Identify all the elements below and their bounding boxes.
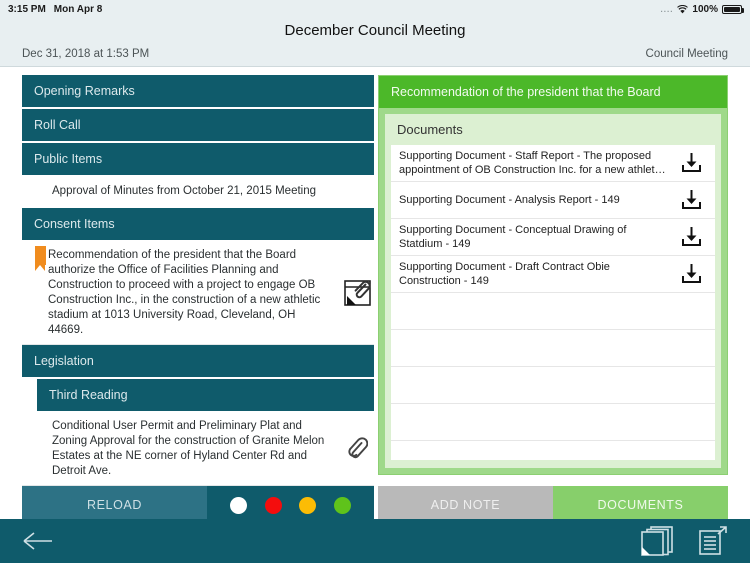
detail-title: Recommendation of the president that the… xyxy=(379,76,727,108)
status-bar-left: 3:15 PM Mon Apr 8 xyxy=(8,4,102,15)
agenda-subsection-label: Third Reading xyxy=(49,388,128,402)
download-icon[interactable] xyxy=(673,189,709,211)
agenda-section-label: Legislation xyxy=(34,354,94,368)
vote-light-red[interactable] xyxy=(264,496,282,514)
battery-full-icon xyxy=(722,4,744,14)
document-row-empty xyxy=(391,330,715,367)
agenda-section-legislation[interactable]: Legislation xyxy=(22,345,374,377)
documents-section-label: Documents xyxy=(397,122,463,137)
detail-card: Recommendation of the president that the… xyxy=(378,75,728,475)
document-row-empty xyxy=(391,367,715,404)
documents-stack-icon[interactable] xyxy=(640,525,674,557)
meeting-type: Council Meeting xyxy=(645,48,728,60)
agenda-item-label: Conditional User Permit and Preliminary … xyxy=(52,420,325,477)
agenda-section-label: Consent Items xyxy=(34,217,115,231)
meeting-datetime: Dec 31, 2018 at 1:53 PM xyxy=(22,48,150,60)
footer-toolbar xyxy=(0,519,750,563)
vote-light-yellow[interactable] xyxy=(299,496,317,514)
document-row[interactable]: Supporting Document - Analysis Report - … xyxy=(391,182,715,219)
status-time: 3:15 PM xyxy=(8,3,46,15)
detail-body: Documents Supporting Document - Staff Re… xyxy=(385,114,721,468)
document-row-empty xyxy=(391,404,715,441)
note-paperclip-icon[interactable] xyxy=(340,280,374,306)
document-row[interactable]: Supporting Document - Draft Contract Obi… xyxy=(391,256,715,293)
document-name: Supporting Document - Conceptual Drawing… xyxy=(399,224,627,250)
agenda-item-label: Approval of Minutes from October 21, 201… xyxy=(52,185,317,197)
document-row-empty xyxy=(391,293,715,330)
paperclip-icon[interactable] xyxy=(340,436,374,462)
agenda-item-conditional-user-permit[interactable]: Conditional User Permit and Preliminary … xyxy=(22,413,374,486)
agenda-section-opening-remarks[interactable]: Opening Remarks xyxy=(22,75,374,107)
document-name: Supporting Document - Analysis Report - … xyxy=(399,194,620,206)
battery-percent-label: 100% xyxy=(692,3,718,15)
agenda-section-roll-call[interactable]: Roll Call xyxy=(22,109,374,141)
wifi-icon xyxy=(677,4,689,14)
status-date: Mon Apr 8 xyxy=(53,3,103,15)
agenda-list: Opening Remarks Roll Call Public Items A… xyxy=(22,75,374,517)
agenda-pane[interactable]: Opening Remarks Roll Call Public Items A… xyxy=(0,67,378,524)
page-title: December Council Meeting xyxy=(284,21,466,39)
agenda-subsection-third-reading[interactable]: Third Reading xyxy=(37,379,374,411)
agenda-section-label: Opening Remarks xyxy=(34,84,135,98)
open-document-icon[interactable] xyxy=(698,525,728,557)
agenda-item-recommendation[interactable]: Recommendation of the president that the… xyxy=(22,242,374,345)
signal-dots-icon: .... xyxy=(660,4,674,14)
status-bar: 3:15 PM Mon Apr 8 .... 100% xyxy=(0,0,750,18)
agenda-section-label: Roll Call xyxy=(34,118,81,132)
agenda-section-label: Public Items xyxy=(34,152,103,166)
vote-light-white[interactable] xyxy=(229,496,247,514)
download-icon[interactable] xyxy=(673,226,709,248)
document-row[interactable]: Supporting Document - Conceptual Drawing… xyxy=(391,219,715,256)
agenda-item-approval-of-minutes[interactable]: Approval of Minutes from October 21, 201… xyxy=(22,177,374,208)
main-content: Opening Remarks Roll Call Public Items A… xyxy=(0,67,750,524)
download-icon[interactable] xyxy=(673,152,709,174)
document-name: Supporting Document - Staff Report - The… xyxy=(399,150,666,176)
status-bar-right: .... 100% xyxy=(660,3,744,15)
back-arrow-icon[interactable] xyxy=(22,530,54,552)
document-row[interactable]: Supporting Document - Staff Report - The… xyxy=(391,145,715,182)
bookmark-flag-icon xyxy=(35,246,46,271)
meeting-subheader: Dec 31, 2018 at 1:53 PM Council Meeting xyxy=(0,42,750,66)
meeting-app-window: 3:15 PM Mon Apr 8 .... 100% December Cou… xyxy=(0,0,750,563)
agenda-section-consent-items[interactable]: Consent Items xyxy=(22,208,374,240)
detail-pane: Recommendation of the president that the… xyxy=(378,67,750,524)
document-name: Supporting Document - Draft Contract Obi… xyxy=(399,261,610,287)
download-icon[interactable] xyxy=(673,263,709,285)
title-bar: December Council Meeting xyxy=(0,18,750,42)
document-row-empty xyxy=(391,441,715,460)
vote-light-green[interactable] xyxy=(334,496,352,514)
documents-list[interactable]: Supporting Document - Staff Report - The… xyxy=(391,145,715,460)
agenda-section-public-items[interactable]: Public Items xyxy=(22,143,374,175)
agenda-item-label: Recommendation of the president that the… xyxy=(48,249,321,336)
